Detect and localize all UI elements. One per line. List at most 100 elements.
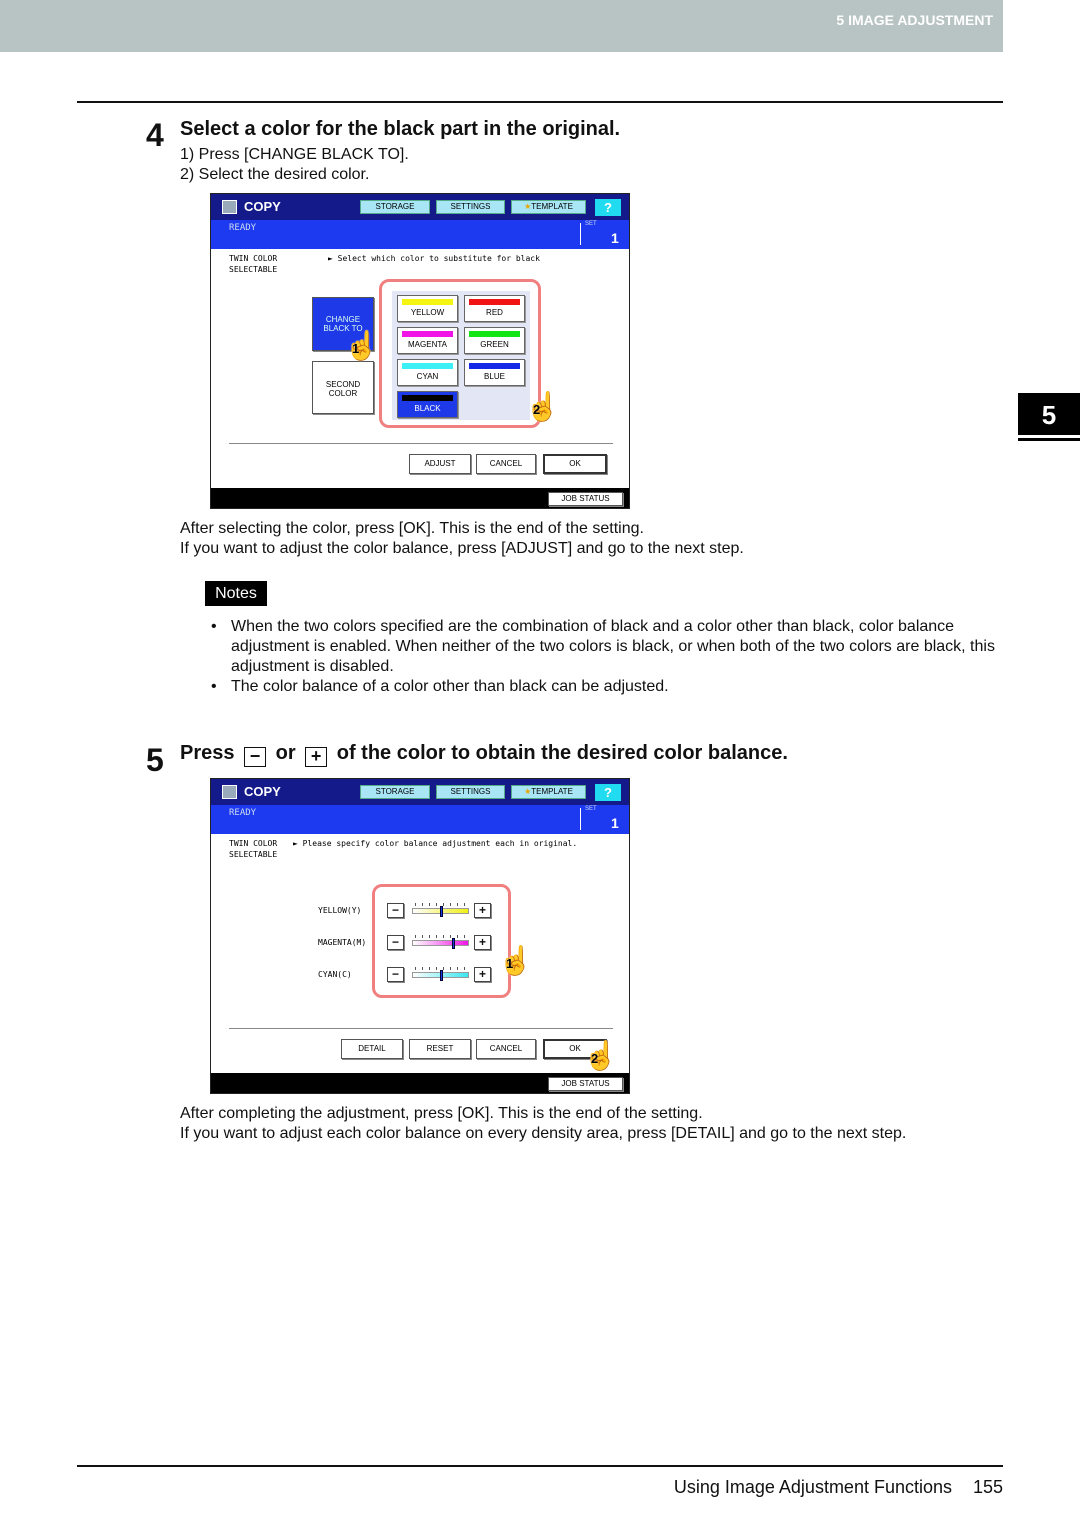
slider-label: YELLOW(Y): [318, 906, 362, 915]
instruction-text: After selecting the color, press [OK]. T…: [180, 520, 644, 537]
settings-button[interactable]: SETTINGS: [436, 785, 505, 799]
status-bar: [211, 805, 629, 834]
storage-button[interactable]: STORAGE: [360, 785, 430, 799]
slider-knob[interactable]: [439, 970, 443, 981]
instruction-text: If you want to adjust the color balance,…: [180, 540, 744, 557]
section-title: 5 IMAGE ADJUSTMENT: [836, 12, 993, 28]
color-button-yellow[interactable]: YELLOW: [397, 295, 458, 322]
divider: [229, 443, 613, 444]
balance-slider[interactable]: [412, 967, 469, 981]
settings-button[interactable]: SETTINGS: [436, 200, 505, 214]
note-item: • When the two colors specified are the c…: [211, 617, 1001, 677]
detail-button[interactable]: DETAIL: [341, 1039, 403, 1059]
storage-button[interactable]: STORAGE: [360, 200, 430, 214]
slider-label: MAGENTA(M): [318, 938, 367, 947]
note-item: • The color balance of a color other than…: [211, 677, 1001, 697]
pointing-hand-icon: ☝ 1: [344, 330, 379, 361]
template-button[interactable]: ★TEMPLATE: [511, 785, 586, 799]
color-label: MAGENTA: [408, 340, 447, 349]
title-text: of the color to obtain the desired color…: [336, 742, 788, 764]
set-value: 1: [611, 815, 619, 831]
color-label: GREEN: [480, 340, 509, 349]
substep: 1) Press [CHANGE BLACK TO].: [180, 146, 409, 163]
slider-ticks: [415, 935, 466, 938]
plus-button[interactable]: +: [474, 935, 491, 950]
minus-icon: −: [244, 747, 267, 767]
copy-icon: [222, 200, 237, 214]
status-bar: [211, 220, 629, 249]
minus-button[interactable]: −: [387, 967, 404, 982]
set-divider: [580, 808, 581, 830]
template-label: TEMPLATE: [531, 202, 573, 211]
note-text: The color balance of a color other than …: [231, 678, 669, 695]
instruction-text: If you want to adjust each color balance…: [180, 1125, 907, 1142]
minus-button[interactable]: −: [387, 935, 404, 950]
slider-knob[interactable]: [452, 938, 456, 949]
cancel-button[interactable]: CANCEL: [476, 454, 536, 474]
color-label: RED: [486, 308, 503, 317]
color-swatch: [402, 299, 453, 305]
title-text: or: [275, 742, 296, 764]
mode-label: TWIN COLOR SELECTABLE: [229, 839, 278, 859]
template-button[interactable]: ★TEMPLATE: [511, 200, 586, 214]
plus-button[interactable]: +: [474, 967, 491, 982]
set-label: SET: [585, 806, 597, 812]
job-status-button[interactable]: JOB STATUS: [548, 1077, 623, 1091]
plus-icon: +: [305, 747, 328, 767]
color-button-cyan[interactable]: CYAN: [397, 359, 458, 386]
instruction-message: ► Select which color to substitute for b…: [328, 254, 540, 263]
color-swatch: [469, 331, 520, 337]
balance-slider[interactable]: [412, 935, 469, 949]
color-button-black[interactable]: BLACK: [397, 391, 458, 418]
bullet-icon: •: [211, 678, 217, 695]
callout-number: 1: [352, 341, 360, 356]
notes-label: Notes: [205, 581, 267, 606]
plus-button[interactable]: +: [474, 903, 491, 918]
color-button-red[interactable]: RED: [464, 295, 525, 322]
divider: [77, 101, 1003, 103]
color-swatch: [469, 299, 520, 305]
copy-screen-change-black: COPY STORAGE SETTINGS ★TEMPLATE ? READY …: [210, 193, 630, 509]
section-header: 5 IMAGE ADJUSTMENT: [0, 0, 1003, 52]
chapter-tab: 5: [1018, 393, 1080, 438]
screen-title: COPY: [244, 199, 281, 214]
color-swatch: [402, 395, 453, 401]
ok-button[interactable]: OK: [543, 454, 607, 474]
reset-button[interactable]: RESET: [409, 1039, 471, 1059]
callout-number: 1: [506, 956, 514, 971]
help-button[interactable]: ?: [595, 199, 621, 216]
title-text: Press: [180, 742, 235, 764]
copy-icon: [222, 785, 237, 799]
instruction-text: After completing the adjustment, press […: [180, 1105, 703, 1122]
set-value: 1: [611, 230, 619, 246]
balance-slider[interactable]: [412, 903, 469, 917]
color-label: BLACK: [414, 404, 441, 413]
status-text: READY: [229, 808, 257, 818]
color-label: YELLOW: [410, 308, 445, 317]
pointing-hand-icon: ☝ 1: [498, 945, 533, 976]
pointing-hand-icon: ☝ 2: [583, 1040, 618, 1071]
color-button-green[interactable]: GREEN: [464, 327, 525, 354]
bullet-icon: •: [211, 618, 217, 635]
step-title: Press − or + of the color to obtain the …: [180, 742, 788, 767]
job-status-button[interactable]: JOB STATUS: [548, 492, 623, 506]
cancel-button[interactable]: CANCEL: [476, 1039, 536, 1059]
footer-rule: [77, 1465, 1003, 1467]
color-button-blue[interactable]: BLUE: [464, 359, 525, 386]
instruction-message: ► Please specify color balance adjustmen…: [293, 839, 578, 848]
second-color-button[interactable]: SECOND COLOR: [312, 361, 374, 414]
slider-label: CYAN(C): [318, 970, 352, 979]
help-button[interactable]: ?: [595, 784, 621, 801]
slider-knob[interactable]: [439, 906, 443, 917]
footer-title: Using Image Adjustment Functions: [673, 1477, 952, 1497]
step-number: 4: [146, 117, 164, 153]
color-button-magenta[interactable]: MAGENTA: [397, 327, 458, 354]
adjust-button[interactable]: ADJUST: [409, 454, 471, 474]
note-text: When the two colors specified are the co…: [231, 618, 995, 675]
color-swatch: [402, 363, 453, 369]
set-divider: [580, 223, 581, 245]
callout-number: 2: [533, 402, 541, 417]
minus-button[interactable]: −: [387, 903, 404, 918]
copy-screen-color-balance: COPY STORAGE SETTINGS ★TEMPLATE ? READY …: [210, 778, 630, 1094]
status-text: READY: [229, 223, 257, 233]
